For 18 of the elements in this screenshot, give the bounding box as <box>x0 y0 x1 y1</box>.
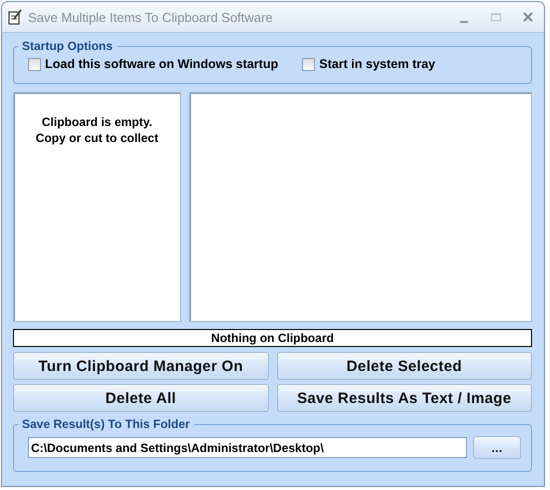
browse-button[interactable]: ... <box>473 436 521 459</box>
maximize-icon <box>490 12 502 22</box>
action-button[interactable]: Turn Clipboard Manager On <box>13 352 268 380</box>
notepad-icon <box>8 9 22 25</box>
minimize-icon <box>460 21 468 23</box>
action-button[interactable]: Save Results As Text / Image <box>276 384 532 412</box>
action-button[interactable]: Delete Selected <box>276 352 532 380</box>
action-button[interactable]: Delete All <box>13 384 268 412</box>
checkbox[interactable] <box>28 58 41 70</box>
close-icon <box>523 12 533 22</box>
group-title: Save Result(s) To This Folder <box>21 417 191 431</box>
checkbox[interactable] <box>302 58 316 70</box>
window-title: Save Multiple Items To Clipboard Software <box>28 10 274 24</box>
status-text: Nothing on Clipboard <box>13 329 532 347</box>
group-title: Startup Options <box>21 39 114 53</box>
clipboard-list[interactable]: Clipboard is empty. Copy or cut to collect <box>13 92 181 322</box>
folder-path-field[interactable]: C:\Documents and Settings\Administrator\Desktop\ <box>28 437 467 458</box>
empty-message: Clipboard is empty. Copy or cut to collect <box>36 114 158 147</box>
